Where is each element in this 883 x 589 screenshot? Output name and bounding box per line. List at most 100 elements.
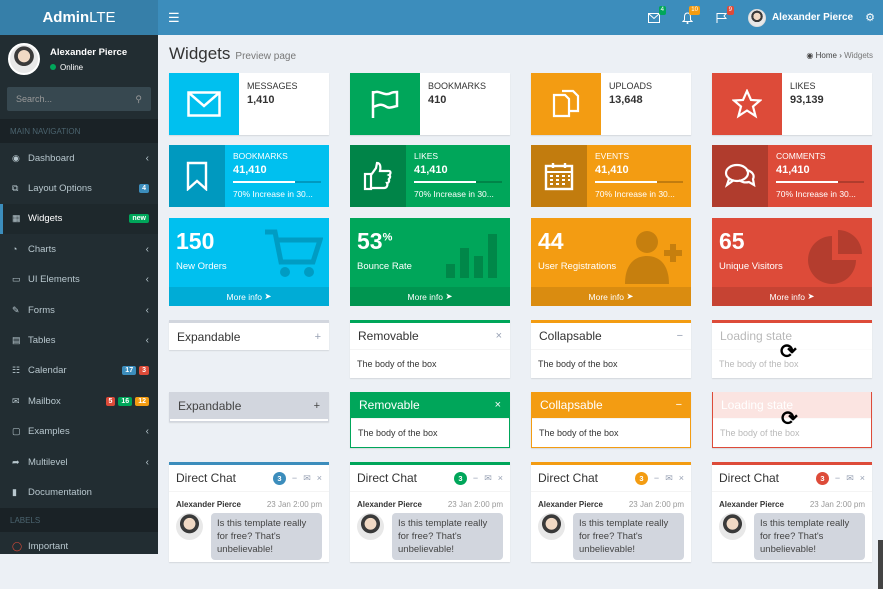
info-box-label: BOOKMARKS (428, 81, 487, 91)
notifications-menu[interactable]: 10 (674, 0, 702, 35)
small-box: 44 User Registrations More info ➤ (531, 218, 691, 306)
box-loading-state: Loading state The body of the box ⟳ (712, 320, 872, 378)
envelope-icon (647, 12, 660, 23)
minus-icon[interactable]: − (677, 330, 683, 342)
info-box-label: LIKES (790, 81, 816, 91)
info-box-value: 41,410 (414, 164, 448, 176)
close-icon[interactable]: × (498, 473, 503, 483)
minus-icon[interactable]: − (654, 473, 659, 483)
more-info-link[interactable]: More info ➤ (350, 287, 510, 306)
minus-icon[interactable]: − (473, 473, 478, 483)
sidebar-item-calendar[interactable]: ☷ Calendar 17 3 (0, 356, 158, 386)
box-title: Removable (358, 329, 419, 343)
more-info-link[interactable]: More info ➤ (169, 287, 329, 306)
comments-icon[interactable]: ✉ (665, 473, 673, 484)
envelope-icon: ✉ (12, 395, 20, 406)
info-box-value: 410 (428, 94, 447, 106)
calendar-icon (531, 145, 587, 207)
message-count-badge: 3 (634, 471, 648, 485)
sidebar-item-tables[interactable]: ▤ Tables ‹ (0, 325, 158, 355)
sidebar-item-ui-elements[interactable]: ▭ UI Elements ‹ (0, 265, 158, 295)
dashboard-icon: ◉ (806, 51, 814, 60)
search-icon[interactable]: ⚲ (135, 94, 142, 105)
edit-icon: ✎ (12, 304, 20, 315)
chat-message: Is this template really for free? That's… (211, 513, 322, 560)
sidebar-item-charts[interactable]: ◔ Charts ‹ (0, 234, 158, 264)
menu-badge: 4 (139, 184, 149, 194)
breadcrumb: ◉ Home › Widgets (806, 51, 873, 60)
user-status: Online (50, 63, 127, 72)
close-icon[interactable]: × (496, 330, 502, 342)
box-title: Expandable (177, 329, 241, 344)
more-info-link[interactable]: More info ➤ (531, 287, 691, 306)
sidebar-item-widgets[interactable]: ▦ Widgets new (0, 203, 158, 235)
info-box-label: LIKES (414, 151, 439, 161)
arrow-circle-right-icon: ➤ (445, 291, 453, 301)
person-add-icon (625, 228, 685, 287)
sidebar-item-label: Calendar (28, 365, 67, 377)
messages-menu[interactable]: 4 (640, 0, 668, 35)
progress-description: 70% Increase in 30... (776, 189, 856, 199)
breadcrumb-current: Widgets (844, 51, 873, 60)
close-icon[interactable]: × (860, 473, 865, 483)
sidebar-item-documentation[interactable]: ▮ Documentation (0, 477, 158, 507)
info-box: LIKES 93,139 (712, 73, 872, 135)
direct-chat: Direct Chat 3− ✉ × Alexander Pierce 23 Jan 2:… (169, 462, 329, 562)
small-box-value: 44 (538, 228, 564, 254)
scrollbar[interactable] (878, 540, 883, 589)
tasks-menu[interactable]: 9 (708, 0, 736, 35)
box-removable: Removable × The body of the box (350, 320, 510, 378)
sidebar-item-layout-options[interactable]: ⧉ Layout Options 4 (0, 173, 158, 203)
sidebar-item-label: Forms (28, 304, 55, 316)
minus-icon[interactable]: − (676, 399, 682, 411)
sidebar-item-forms[interactable]: ✎ Forms ‹ (0, 295, 158, 325)
sidebar-toggle-icon[interactable]: ☰ (168, 10, 180, 26)
refresh-icon: ⟳ (780, 341, 797, 363)
avatar (538, 513, 565, 540)
gears-icon[interactable]: ⚙ (865, 11, 875, 24)
refresh-icon: ⟳ (781, 408, 798, 430)
info-box-value: 93,139 (790, 94, 824, 106)
sidebar-item-important[interactable]: ◯ Important (0, 532, 158, 562)
box-loading-state: Loading state The body of the box ⟳ (712, 392, 872, 448)
close-icon[interactable]: × (495, 399, 501, 411)
avatar (176, 513, 203, 540)
chevron-left-icon: ‹ (145, 152, 149, 164)
comments-icon[interactable]: ✉ (846, 473, 854, 484)
progress-description: 70% Increase in 30... (233, 189, 313, 199)
files-icon (531, 73, 601, 135)
plus-icon[interactable]: + (314, 400, 320, 412)
progress-bar (595, 181, 683, 183)
box-body: The body of the box (538, 359, 618, 369)
arrow-circle-right-icon: ➤ (264, 291, 272, 301)
info-box-filled: COMMENTS 41,410 70% Increase in 30... (712, 145, 872, 207)
more-info-link[interactable]: More info ➤ (712, 287, 872, 306)
calendar-icon: ☷ (12, 365, 21, 376)
comments-icon[interactable]: ✉ (303, 473, 311, 484)
info-box-value: 41,410 (776, 164, 810, 176)
close-icon[interactable]: × (679, 473, 684, 483)
box-header: Direct Chat 3− ✉ × (531, 465, 691, 492)
user-name: Alexander Pierce (50, 46, 128, 58)
sidebar-item-mailbox[interactable]: ✉ Mailbox 5 16 12 (0, 386, 158, 416)
progress-bar (776, 181, 864, 183)
comments-icon[interactable]: ✉ (484, 473, 492, 484)
sidebar-item-label: Documentation (28, 486, 92, 498)
flag-icon (350, 73, 420, 135)
status-text: Online (60, 62, 84, 72)
small-box-value: 65 (719, 228, 745, 254)
sidebar-item-multilevel[interactable]: ➦ Multilevel ‹ (0, 447, 158, 477)
box-header: Collapsable − (531, 323, 691, 350)
search-input[interactable]: Search... ⚲ (7, 87, 151, 111)
user-menu[interactable]: Alexander Pierce (742, 8, 859, 27)
small-box-label: Unique Visitors (719, 261, 783, 272)
sidebar-item-dashboard[interactable]: ◉ Dashboard ‹ (0, 143, 158, 173)
breadcrumb-home[interactable]: Home (816, 51, 837, 60)
small-box-label: User Registrations (538, 261, 617, 272)
close-icon[interactable]: × (317, 473, 322, 483)
logo[interactable]: Admin LTE (0, 0, 158, 35)
sidebar-item-examples[interactable]: ▢ Examples ‹ (0, 417, 158, 447)
plus-icon[interactable]: + (315, 331, 321, 343)
minus-icon[interactable]: − (292, 473, 297, 483)
minus-icon[interactable]: − (835, 473, 840, 483)
